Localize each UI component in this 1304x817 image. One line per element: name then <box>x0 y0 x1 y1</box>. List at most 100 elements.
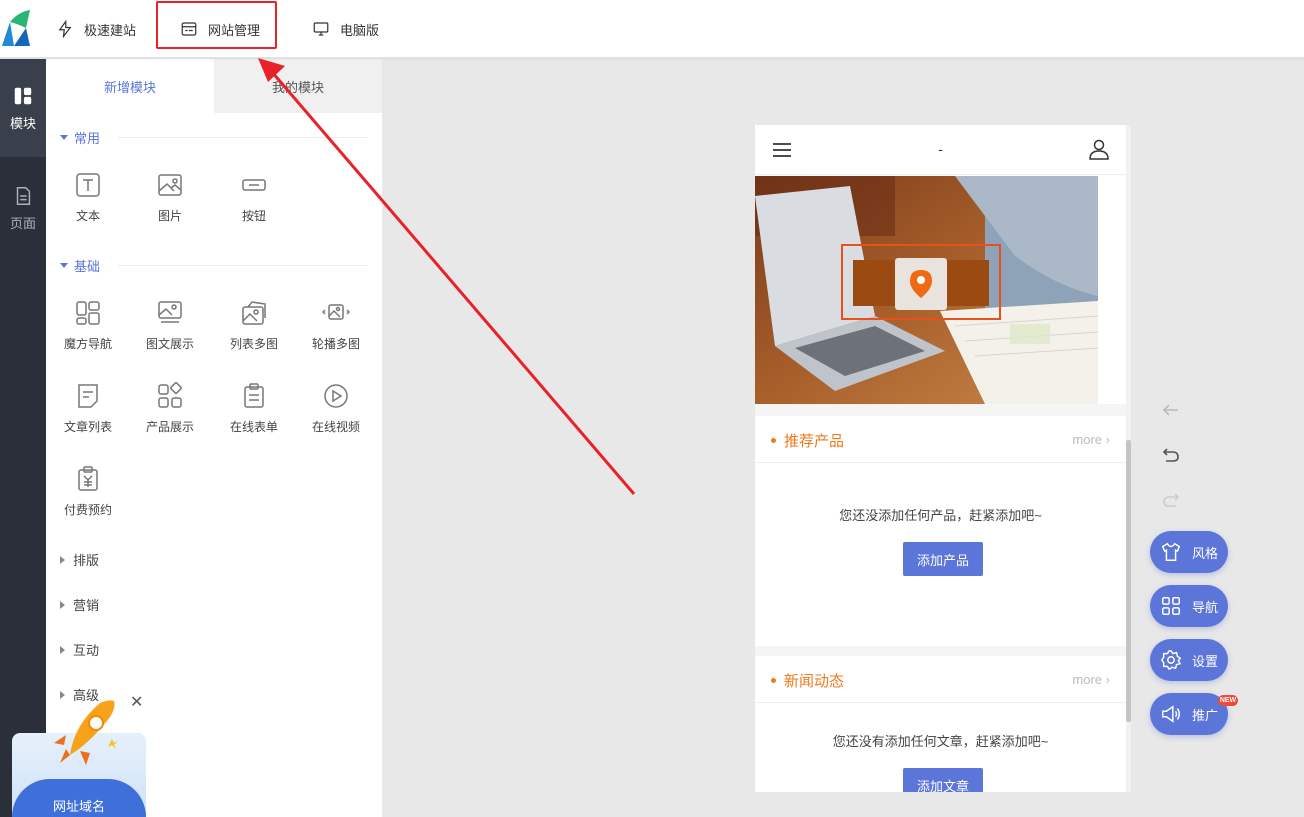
play-icon <box>324 384 348 408</box>
module-label: 文本 <box>75 209 100 223</box>
bullet-dot <box>771 678 776 683</box>
module-label: 按钮 <box>241 209 266 223</box>
module-label: 列表多图 <box>229 337 278 351</box>
module-cube-nav[interactable]: 魔方导航 <box>52 299 124 369</box>
navigation-button[interactable]: 导航 <box>1150 585 1228 627</box>
caret-right-icon <box>60 600 65 609</box>
fab-label: 推广 <box>1192 707 1219 723</box>
section-products: 推荐产品 more › 您还没添加任何产品，赶紧添加吧~ 添加产品 <box>755 416 1126 646</box>
section-title: 排版 <box>73 553 100 568</box>
redo-icon[interactable] <box>1161 490 1181 510</box>
back-arrow-icon[interactable] <box>1161 400 1181 420</box>
phone-preview: - 推荐产品 more › 您还没添加任何产品，赶紧添加吧~ 添加产品 新闻动态… <box>755 125 1131 792</box>
location-pin-box[interactable] <box>895 258 947 310</box>
grid-icon <box>1162 597 1180 615</box>
divider <box>755 702 1126 703</box>
caret-down-icon <box>60 262 68 268</box>
more-text: more <box>1072 432 1103 447</box>
module-button[interactable]: 按钮 <box>218 171 290 241</box>
panel-tabs: 新增模块 我的模块 <box>46 59 382 113</box>
rail-item-modules[interactable]: 模块 <box>0 59 46 157</box>
section-header-basic[interactable]: 基础 <box>60 255 368 275</box>
divider <box>118 264 368 266</box>
section-title-text: 推荐产品 <box>784 433 845 450</box>
gallery-icon <box>242 301 266 325</box>
undo-icon[interactable] <box>1161 445 1181 465</box>
preview-scrollbar[interactable] <box>1126 125 1131 792</box>
module-paid-booking[interactable]: 付费预约 <box>52 465 124 535</box>
product-grid-icon <box>158 382 182 408</box>
gear-icon <box>1160 650 1182 671</box>
more-link-products[interactable]: more › <box>1072 432 1110 447</box>
add-product-button[interactable]: 添加产品 <box>903 542 983 576</box>
page-icon <box>16 186 31 205</box>
tab-new-modules[interactable]: 新增模块 <box>46 59 214 113</box>
section-title: 互动 <box>73 643 100 658</box>
chevron-right-icon: › <box>1105 432 1110 447</box>
module-image[interactable]: 图片 <box>134 171 206 241</box>
section-news: 新闻动态 more › 您还没有添加任何文章，赶紧添加吧~ 添加文章 <box>755 656 1126 792</box>
close-icon[interactable]: ✕ <box>130 695 144 711</box>
section-title-text: 新闻动态 <box>784 673 845 690</box>
module-online-form[interactable]: 在线表单 <box>218 382 290 452</box>
banner-image[interactable] <box>755 176 1098 404</box>
module-label: 产品展示 <box>145 420 194 434</box>
topnav-desktop[interactable]: 电脑版 <box>312 0 379 58</box>
more-text: more <box>1072 672 1103 687</box>
section-title: 常用 <box>74 130 101 146</box>
promo-button[interactable]: 网址域名 <box>12 779 146 817</box>
module-label: 魔方导航 <box>63 337 112 351</box>
section-collapsed-interaction[interactable]: 互动 <box>60 640 99 659</box>
annotation-highlight-box <box>156 1 277 49</box>
section-gap <box>755 646 1126 656</box>
caret-down-icon <box>60 134 68 140</box>
section-collapsed-layout[interactable]: 排版 <box>60 550 99 569</box>
module-label: 在线表单 <box>229 420 278 434</box>
fab-label: 风格 <box>1192 545 1219 561</box>
module-carousel[interactable]: 轮播多图 <box>300 299 372 369</box>
add-article-button[interactable]: 添加文章 <box>903 768 983 792</box>
bullet-dot <box>771 438 776 443</box>
promote-button[interactable]: 推广 <box>1150 693 1228 735</box>
module-online-video[interactable]: 在线视频 <box>300 382 372 452</box>
button-icon <box>242 179 266 191</box>
divider <box>118 136 368 138</box>
clipboard-icon <box>244 383 264 408</box>
section-header-common[interactable]: 常用 <box>60 127 368 147</box>
module-product-display[interactable]: 产品展示 <box>134 382 206 452</box>
module-image-text[interactable]: 图文展示 <box>134 299 206 369</box>
module-label: 文章列表 <box>63 420 112 434</box>
module-article-list[interactable]: 文章列表 <box>52 382 124 452</box>
module-list-gallery[interactable]: 列表多图 <box>218 299 290 369</box>
tab-my-modules[interactable]: 我的模块 <box>214 59 382 113</box>
more-link-news[interactable]: more › <box>1072 672 1110 687</box>
module-label: 图文展示 <box>145 337 194 351</box>
settings-button[interactable]: 设置 <box>1150 639 1228 681</box>
article-list-icon <box>78 384 98 408</box>
section-collapsed-marketing[interactable]: 营销 <box>60 595 99 614</box>
rail-label: 模块 <box>9 115 36 131</box>
topnav-quick-build[interactable]: 极速建站 <box>56 0 136 58</box>
fab-label: 设置 <box>1192 653 1219 669</box>
image-icon <box>158 174 182 196</box>
module-label: 图片 <box>157 209 182 223</box>
new-badge: NEW <box>1218 695 1238 706</box>
rail-item-pages[interactable]: 页面 <box>0 159 46 257</box>
topnav-label: 极速建站 <box>84 22 137 38</box>
topnav-label: 电脑版 <box>340 22 380 38</box>
user-icon[interactable] <box>1087 137 1111 161</box>
rail-label: 页面 <box>9 215 36 231</box>
section-title: 营销 <box>73 598 100 613</box>
lightning-icon <box>58 20 72 38</box>
image-text-icon <box>158 301 182 323</box>
scrollbar-thumb[interactable] <box>1126 440 1131 722</box>
fab-label: 导航 <box>1192 599 1219 615</box>
module-label: 在线视频 <box>311 420 360 434</box>
carousel-icon <box>322 304 350 320</box>
phone-header: - <box>755 125 1126 175</box>
style-button[interactable]: 风格 <box>1150 531 1228 573</box>
module-text[interactable]: 文本 <box>52 171 124 241</box>
empty-news-text: 您还没有添加任何文章，赶紧添加吧~ <box>832 734 1049 749</box>
section-gap <box>755 404 1126 416</box>
divider <box>755 462 1126 463</box>
